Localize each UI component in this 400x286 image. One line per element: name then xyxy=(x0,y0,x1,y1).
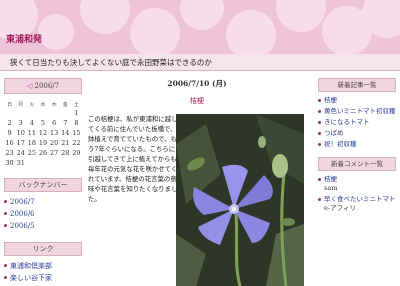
weekday: 火 xyxy=(29,101,35,108)
links-list: 東浦和倶楽部 楽しい谷下家 xyxy=(4,260,82,284)
recent-article-item[interactable]: つばめ xyxy=(318,129,396,138)
flower-illustration xyxy=(176,114,304,286)
calendar-day xyxy=(26,108,37,118)
calendar-day[interactable]: 3 xyxy=(15,118,26,128)
recent-article-item[interactable]: きになるトマト xyxy=(318,118,396,127)
recent-articles-list: 桔梗 黄色いミニトマト初収穫 きになるトマト つばめ 祝！初収穫 xyxy=(318,96,396,149)
tagline-bar: 狭くて日当たりも決してよくない庭で永田野菜はできるのか xyxy=(0,54,400,71)
recent-comments-heading: 新着コメント一覧 xyxy=(318,157,396,171)
backnumber-list: 2006/7 2006/6 2006/5 xyxy=(4,196,82,232)
site-title[interactable]: 東浦和発 xyxy=(6,32,42,45)
decor-dot xyxy=(80,0,130,34)
prev-month-icon[interactable]: ◁ xyxy=(27,82,32,90)
backnumber-item[interactable]: 2006/7 xyxy=(4,196,82,208)
calendar-day[interactable]: 30 xyxy=(4,158,15,168)
article-body: この桔梗は、私が東浦和に越してくる前に住んでいた板橋で、鉢植えで育てていたもので… xyxy=(88,115,178,203)
recent-article-item[interactable]: 祝！初収穫 xyxy=(318,140,396,149)
calendar-day[interactable]: 25 xyxy=(26,148,37,158)
right-sidebar: 新着記事一覧 桔梗 黄色いミニトマト初収穫 きになるトマト つばめ 祝！初収穫 … xyxy=(318,78,396,215)
decor-dot xyxy=(38,14,74,50)
backnumber-item[interactable]: 2006/5 xyxy=(4,220,82,232)
calendar-day[interactable]: 22 xyxy=(71,138,82,148)
calendar-week: 23 24 25 26 27 28 29 xyxy=(4,148,82,158)
calendar-day xyxy=(15,108,26,118)
article-title[interactable]: 桔梗 xyxy=(88,96,306,106)
calendar-day xyxy=(37,108,48,118)
decor-dot xyxy=(276,0,326,32)
calendar-day[interactable]: 2 xyxy=(4,118,15,128)
header-banner: 東浦和発 xyxy=(0,0,400,54)
link-item[interactable]: 楽しい谷下家 xyxy=(4,272,82,284)
link-item[interactable]: 東浦和倶楽部 xyxy=(4,260,82,272)
calendar-day[interactable]: 21 xyxy=(60,138,71,148)
calendar-week: 16 17 18 19 20 21 22 xyxy=(4,138,82,148)
weekday: 日 xyxy=(7,101,13,108)
recent-comment-item[interactable]: 桔梗 sam xyxy=(318,175,396,193)
calendar-day[interactable]: 23 xyxy=(4,148,15,158)
backnumber-heading: バックナンバー xyxy=(4,178,82,192)
calendar-day[interactable]: 11 xyxy=(26,128,37,138)
weekday: 月 xyxy=(18,101,24,108)
calendar-day[interactable]: 1 xyxy=(71,108,82,118)
calendar-day[interactable]: 27 xyxy=(49,148,60,158)
calendar-day[interactable]: 10 xyxy=(15,128,26,138)
recent-comments-list: 桔梗 sam 早く食べたいミニトマト e-アフィリ xyxy=(318,175,396,213)
calendar-day[interactable]: 16 xyxy=(4,138,15,148)
calendar-day[interactable]: 19 xyxy=(37,138,48,148)
calendar-day[interactable]: 4 xyxy=(26,118,37,128)
calendar-day[interactable]: 17 xyxy=(15,138,26,148)
balloon-flower-photo xyxy=(176,114,304,286)
left-sidebar: ◁ 2006/7 日 月 火 水 木 金 土 1 2 3 4 5 6 7 8 9 10 11 12 13… xyxy=(4,78,82,284)
decor-dot xyxy=(130,8,180,54)
calendar-day[interactable]: 6 xyxy=(49,118,60,128)
comment-author: sam xyxy=(324,184,338,192)
calendar: 日 月 火 水 木 金 土 1 2 3 4 5 6 7 8 9 10 11 12 13 14 15 16 17 1… xyxy=(4,100,82,168)
calendar-day[interactable]: 20 xyxy=(49,138,60,148)
calendar-day xyxy=(60,158,71,168)
calendar-day[interactable]: 8 xyxy=(71,118,82,128)
recent-article-item[interactable]: 桔梗 xyxy=(318,96,396,105)
calendar-day[interactable]: 14 xyxy=(60,128,71,138)
calendar-day[interactable]: 12 xyxy=(37,128,48,138)
calendar-title: 2006/7 xyxy=(34,82,60,90)
calendar-day xyxy=(4,108,15,118)
weekday: 木 xyxy=(51,101,57,108)
decor-dot xyxy=(180,0,224,30)
calendar-day xyxy=(60,108,71,118)
calendar-week: 2345678 xyxy=(4,118,82,128)
calendar-day[interactable]: 24 xyxy=(15,148,26,158)
weekday: 土 xyxy=(73,101,79,108)
decor-dot xyxy=(226,10,276,54)
calendar-day[interactable]: 5 xyxy=(37,118,48,128)
recent-article-item[interactable]: 黄色いミニトマト初収穫 xyxy=(318,107,396,116)
calendar-day[interactable]: 26 xyxy=(37,148,48,158)
calendar-week: 9 10 11 12 13 14 15 xyxy=(4,128,82,138)
article: 2006/7/10 (月) 桔梗 この桔梗は、私が東浦和に越してくる前に住んでい… xyxy=(88,78,306,286)
weekday: 金 xyxy=(62,101,68,108)
calendar-day[interactable]: 18 xyxy=(26,138,37,148)
weekday: 水 xyxy=(40,101,46,108)
calendar-day[interactable]: 13 xyxy=(49,128,60,138)
calendar-day[interactable]: 29 xyxy=(71,148,82,158)
calendar-day[interactable]: 9 xyxy=(4,128,15,138)
comment-author: e-アフィリ xyxy=(324,204,356,212)
calendar-week: 1 xyxy=(4,108,82,118)
tagline: 狭くて日当たりも決してよくない庭で永田野菜はできるのか xyxy=(10,58,212,67)
links-heading: リンク xyxy=(4,242,82,256)
calendar-day[interactable]: 7 xyxy=(60,118,71,128)
calendar-day xyxy=(37,158,48,168)
recent-articles-heading: 新着記事一覧 xyxy=(318,78,396,92)
article-date: 2006/7/10 (月) xyxy=(167,79,227,88)
recent-comment-item[interactable]: 早く食べたいミニトマト e-アフィリ xyxy=(318,195,396,213)
calendar-day xyxy=(49,158,60,168)
calendar-day xyxy=(26,158,37,168)
calendar-day[interactable]: 15 xyxy=(71,128,82,138)
backnumber-item[interactable]: 2006/6 xyxy=(4,208,82,220)
calendar-day xyxy=(71,158,82,168)
calendar-week: 30 31 xyxy=(4,158,82,168)
calendar-day[interactable]: 28 xyxy=(60,148,71,158)
calendar-day[interactable]: 31 xyxy=(15,158,26,168)
calendar-header: ◁ 2006/7 xyxy=(4,78,82,94)
calendar-day xyxy=(49,108,60,118)
